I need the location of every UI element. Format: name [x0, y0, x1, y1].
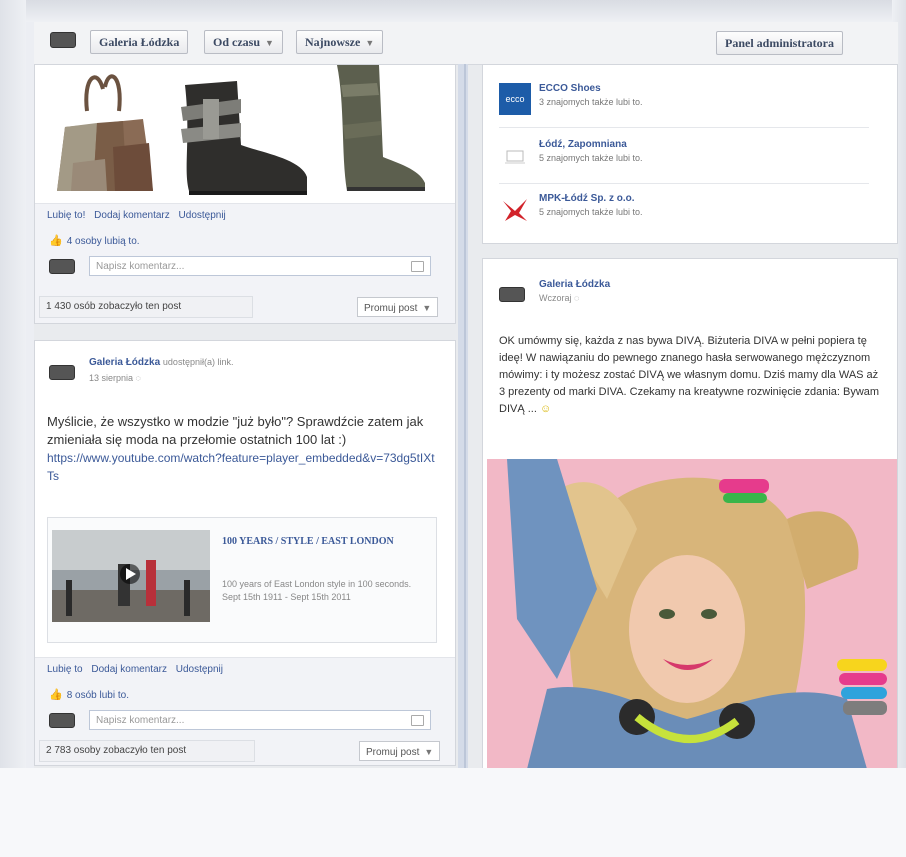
- reach-stat[interactable]: 1 430 osób zobaczyło ten post: [39, 296, 253, 318]
- chevron-down-icon: ▼: [265, 38, 274, 48]
- commenter-avatar: [49, 258, 75, 274]
- promote-label: Promuj post: [366, 747, 420, 758]
- ecco-logo-text: ecco: [505, 94, 525, 104]
- liked-page-mpk[interactable]: MPK-Łódź Sp. z o.o. 5 znajomych także lu…: [499, 189, 869, 229]
- chevron-down-icon: ▼: [365, 38, 375, 48]
- comment-link[interactable]: Dodaj komentarz: [94, 210, 170, 221]
- timeline-spine-line: [464, 64, 466, 768]
- mpk-logo: [499, 193, 531, 225]
- author-name[interactable]: Galeria Łódzka: [89, 357, 160, 368]
- reach-label: 1 430 osób zobaczyło ten post: [46, 301, 182, 312]
- admin-panel-button[interactable]: Panel administratora: [716, 31, 843, 55]
- post-footer: Lubię to! Dodaj komentarz Udostępnij 👍 4 …: [35, 203, 455, 323]
- chevron-down-icon: ▼: [424, 747, 434, 757]
- likes-count-label: 8 osób lubi to.: [66, 690, 129, 701]
- page-name[interactable]: Łódź, Zapomniana: [539, 139, 627, 150]
- post-text: OK umówmy się, każda z nas bywa DIVĄ. Bi…: [499, 335, 880, 415]
- comment-composer: Napisz komentarz...: [49, 256, 431, 276]
- chevron-down-icon: ▼: [422, 303, 432, 313]
- page-name-button[interactable]: Galeria Łódzka: [90, 30, 189, 54]
- liked-page-lodz[interactable]: Łódź, Zapomniana 5 znajomych także lubi …: [499, 135, 869, 175]
- divider: [499, 183, 869, 184]
- window-frame-left: [0, 0, 26, 857]
- globe-icon: ◌: [135, 373, 141, 383]
- sort-filter-label: Najnowsze: [305, 35, 361, 49]
- video-thumbnail[interactable]: [52, 530, 210, 622]
- author-avatar[interactable]: [49, 365, 75, 380]
- page-friends: 5 znajomych także lubi to.: [539, 207, 643, 217]
- comment-input[interactable]: Napisz komentarz...: [89, 256, 431, 276]
- page-friends: 5 znajomych także lubi to.: [539, 153, 643, 163]
- post-actions: Lubię to Dodaj komentarz Udostępnij: [47, 664, 223, 675]
- post-body: Myślicie, że wszystko w modzie "już było…: [47, 413, 437, 485]
- author-name[interactable]: Galeria Łódzka: [539, 279, 610, 290]
- lodz-logo: [499, 139, 531, 171]
- post-date[interactable]: Wczoraj ◌: [539, 293, 579, 303]
- post-youtube-link: Galeria Łódzka udostępnił(a) link. 13 si…: [34, 340, 456, 766]
- page-bottom-blank: [0, 768, 906, 857]
- boot-image[interactable]: [175, 79, 315, 197]
- comment-input[interactable]: Napisz komentarz...: [89, 710, 431, 730]
- time-filter-dropdown[interactable]: Od czasu ▼: [204, 30, 283, 54]
- post-diva: Galeria Łódzka Wczoraj ◌ OK umówmy się, …: [482, 258, 898, 768]
- post-link[interactable]: https://www.youtube.com/watch?feature=pl…: [47, 451, 435, 483]
- share-link[interactable]: Udostępnij: [179, 210, 226, 221]
- comment-placeholder: Napisz komentarz...: [96, 261, 185, 272]
- share-link[interactable]: Udostępnij: [176, 664, 223, 675]
- like-link[interactable]: Lubię to: [47, 664, 83, 675]
- post-actions: Lubię to! Dodaj komentarz Udostępnij: [47, 210, 226, 221]
- page-name[interactable]: MPK-Łódź Sp. z o.o.: [539, 193, 635, 204]
- comment-placeholder: Napisz komentarz...: [96, 715, 185, 726]
- reach-stat[interactable]: 2 783 osoby zobaczyło ten post: [39, 740, 255, 762]
- thumbs-up-icon: 👍: [49, 689, 63, 701]
- commenter-avatar: [49, 712, 75, 728]
- promote-post-button[interactable]: Promuj post ▼: [359, 741, 441, 761]
- likes-summary[interactable]: 👍 4 osoby lubią to.: [49, 234, 140, 247]
- post-date-label: 13 sierpnia: [89, 373, 134, 383]
- page-avatar[interactable]: [50, 32, 76, 48]
- sort-filter-dropdown[interactable]: Najnowsze ▼: [296, 30, 384, 54]
- globe-icon: ◌: [574, 293, 580, 303]
- video-title[interactable]: 100 YEARS / STYLE / EAST LONDON: [222, 534, 422, 549]
- promote-post-button[interactable]: Promuj post ▼: [357, 297, 439, 317]
- timeline-toolbar: Galeria Łódzka Od czasu ▼ Najnowsze ▼ Pane…: [34, 22, 898, 65]
- like-link[interactable]: Lubię to!: [47, 210, 85, 221]
- post-products: Lubię to! Dodaj komentarz Udostępnij 👍 4 …: [34, 64, 456, 324]
- handbag-image[interactable]: [53, 67, 159, 193]
- camera-icon[interactable]: [411, 715, 424, 726]
- page-name-label: Galeria Łódzka: [99, 35, 180, 49]
- thumbs-up-icon: 👍: [49, 235, 63, 247]
- emoticon-icon: ☺: [539, 403, 552, 415]
- post-text: Myślicie, że wszystko w modzie "już było…: [47, 414, 424, 447]
- video-description: 100 years of East London style in 100 se…: [222, 579, 412, 602]
- author-avatar[interactable]: [499, 287, 525, 302]
- window-frame-top: [0, 0, 906, 22]
- liked-pages-box: ecco ECCO Shoes 3 znajomych także lubi t…: [482, 64, 898, 244]
- liked-page-ecco[interactable]: ecco ECCO Shoes 3 znajomych także lubi t…: [499, 79, 869, 119]
- post-date-label: Wczoraj: [539, 293, 572, 303]
- post-header: Galeria Łódzka udostępnił(a) link.: [89, 357, 233, 368]
- timeline-spine: [458, 64, 468, 768]
- timeline-page: Galeria Łódzka Od czasu ▼ Najnowsze ▼ Pane…: [34, 22, 898, 768]
- admin-panel-label: Panel administratora: [725, 36, 834, 50]
- post-footer: Lubię to Dodaj komentarz Udostępnij 👍 8 o…: [35, 657, 455, 765]
- video-attachment[interactable]: 100 YEARS / STYLE / EAST LONDON 100 year…: [47, 517, 437, 643]
- likes-count-label: 4 osoby lubią to.: [66, 236, 140, 247]
- camera-icon[interactable]: [411, 261, 424, 272]
- post-body: OK umówmy się, każda z nas bywa DIVĄ. Bi…: [499, 333, 883, 418]
- page-name[interactable]: ECCO Shoes: [539, 83, 601, 94]
- comment-link[interactable]: Dodaj komentarz: [91, 664, 167, 675]
- promote-label: Promuj post: [364, 303, 418, 314]
- divider: [499, 127, 869, 128]
- reach-label: 2 783 osoby zobaczyło ten post: [46, 745, 187, 756]
- tall-boot-image[interactable]: [331, 65, 431, 193]
- page-friends: 3 znajomych także lubi to.: [539, 97, 643, 107]
- author-action: udostępnił(a) link.: [162, 357, 234, 367]
- post-date[interactable]: 13 sierpnia ◌: [89, 373, 141, 383]
- diva-photo[interactable]: [487, 459, 897, 768]
- likes-summary[interactable]: 👍 8 osób lubi to.: [49, 688, 129, 701]
- time-filter-label: Od czasu: [213, 35, 261, 49]
- ecco-logo: ecco: [499, 83, 531, 115]
- comment-composer: Napisz komentarz...: [49, 710, 431, 730]
